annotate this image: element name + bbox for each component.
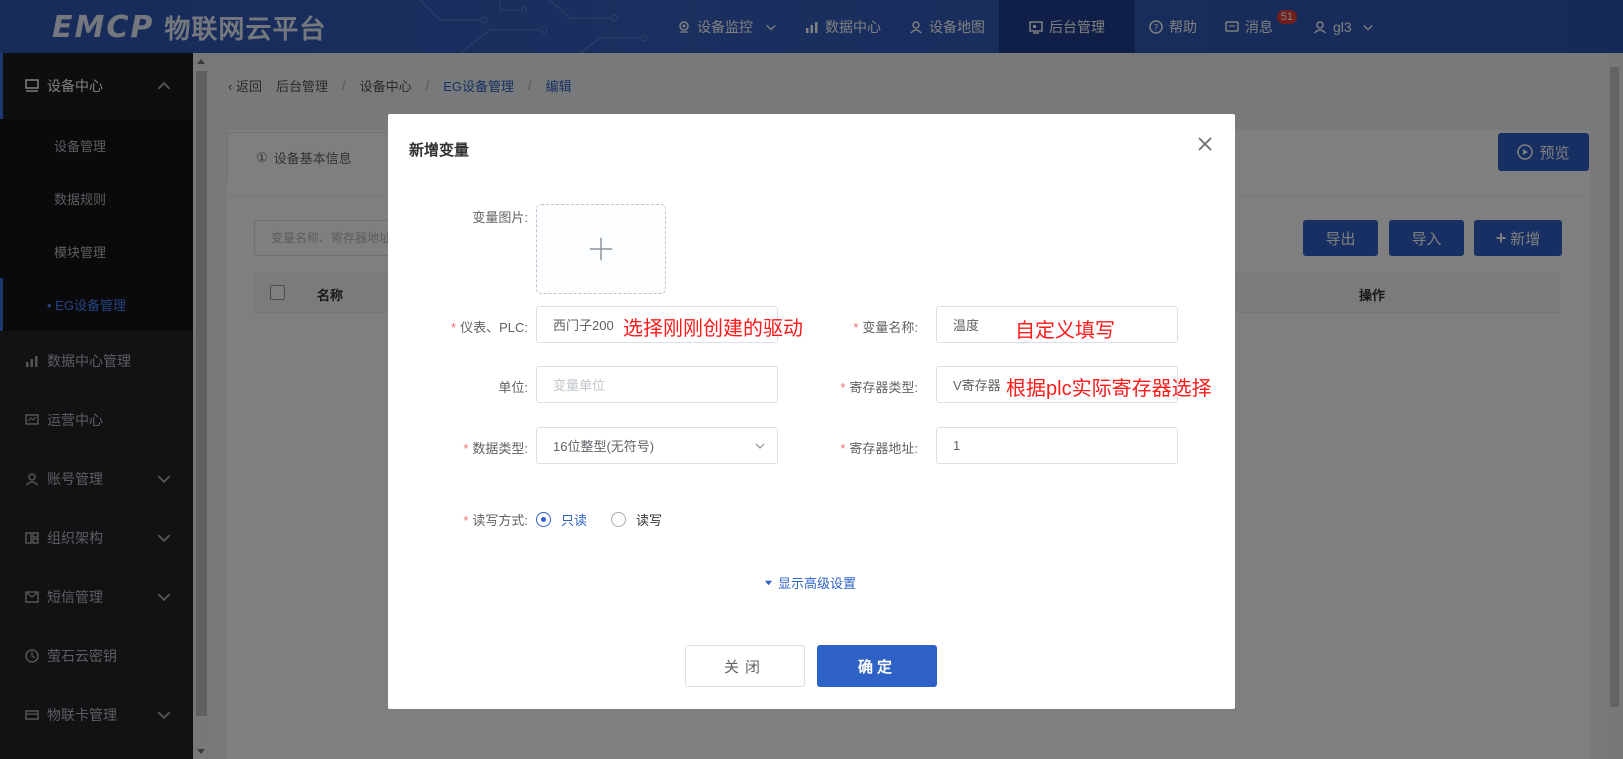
radio-read-write[interactable] <box>611 512 627 527</box>
register-type-value: V寄存器 <box>953 378 1001 393</box>
rw-mode-label: * 读写方式: <box>463 513 528 528</box>
plus-icon <box>589 237 613 261</box>
radio-read-only[interactable] <box>536 512 551 527</box>
plc-label: * 仪表、PLC: <box>451 320 528 335</box>
register-address-label-text: 寄存器地址: <box>849 441 918 456</box>
close-icon[interactable] <box>1195 134 1215 154</box>
register-address-label: * 寄存器地址: <box>840 441 918 456</box>
unit-input[interactable]: 变量单位 <box>536 366 778 403</box>
annotation-register-type: 根据plc实际寄存器选择 <box>1006 378 1212 400</box>
plc-value: 西门子200 <box>553 318 614 333</box>
rw-mode-label-text: 读写方式: <box>472 513 528 528</box>
annotation-plc: 选择刚刚创建的驱动 <box>623 318 803 340</box>
data-type-value: 16位整型(无符号) <box>553 439 655 454</box>
close-button[interactable]: 关闭 <box>685 645 805 687</box>
rw-mode-radio-group: 只读 读写 <box>536 510 662 529</box>
register-address-input[interactable]: 1 <box>936 427 1178 464</box>
data-type-label-text: 数据类型: <box>472 441 528 456</box>
add-variable-dialog: 新增变量 变量图片: * 仪表、PLC: 西门子200 选择刚刚创建的驱动 * 变量… <box>388 114 1235 709</box>
chevron-down-icon <box>755 443 765 449</box>
advanced-label: 显示高级设置 <box>778 576 857 591</box>
data-type-select[interactable]: 16位整型(无符号) <box>536 427 778 464</box>
caret-down-icon <box>764 580 773 586</box>
radio-read-write-label[interactable]: 读写 <box>636 510 662 529</box>
annotation-variable-name: 自定义填写 <box>1015 320 1115 342</box>
plc-label-text: 仪表、PLC: <box>460 320 528 335</box>
dialog-title: 新增变量 <box>409 142 470 159</box>
unit-label: 单位: <box>498 380 528 395</box>
image-label: 变量图片: <box>472 210 528 225</box>
show-advanced-settings-toggle[interactable]: 显示高级设置 <box>764 573 856 592</box>
confirm-button[interactable]: 确定 <box>817 645 937 687</box>
data-type-label: * 数据类型: <box>463 441 528 456</box>
variable-name-label-text: 变量名称: <box>862 320 918 335</box>
register-address-value: 1 <box>953 438 961 453</box>
image-upload[interactable] <box>536 204 666 294</box>
register-type-label-text: 寄存器类型: <box>849 380 918 395</box>
register-type-label: * 寄存器类型: <box>840 380 918 395</box>
radio-read-only-label[interactable]: 只读 <box>561 510 587 529</box>
variable-name-value: 温度 <box>953 318 980 333</box>
variable-name-label: * 变量名称: <box>853 320 918 335</box>
